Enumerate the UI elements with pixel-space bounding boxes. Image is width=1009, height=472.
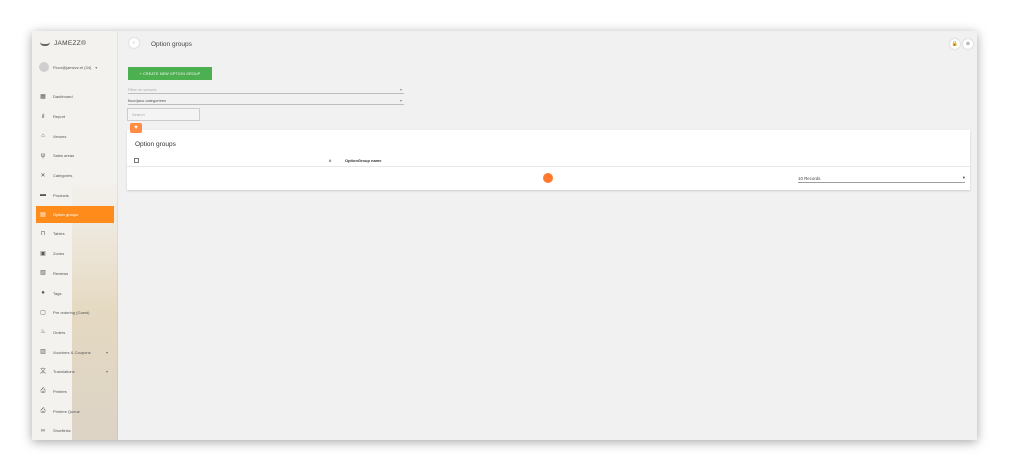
sidebar-item-label: Sales areas [53,153,75,159]
sidebar-item-translations[interactable]: 文 Translations ▾ [36,362,114,382]
sidebar-item-vouchers[interactable]: ▥ Vouchers & Coupons ▾ [36,342,114,362]
search-input[interactable]: Search [127,108,200,121]
chevron-down-icon[interactable]: ▾ [106,350,108,355]
bar-chart-icon: ıl [41,113,45,120]
zoom-button[interactable]: ⊕ [963,39,973,49]
heart-icon: ♥ [134,125,138,131]
sidebar-item-label: Printers Queue [53,408,80,414]
avatar [39,62,49,72]
utensils-cross-icon: ✕ [40,172,46,179]
voucher-icon: ▥ [40,349,46,356]
orders-icon: ♨ [40,329,46,336]
sidebar-item-printers[interactable]: ⎙ Printers [36,382,114,402]
sidebar-item-categories[interactable]: ✕ Categories [36,166,114,186]
sidebar-nav: ▦ Dashboard ıl Report ⌂ Venues ψ Sales areas ✕ Ca… [36,87,114,440]
chevron-down-icon: ▾ [95,64,98,70]
option-groups-table-card: Option groups # OptionGroup name 10 Reco… [127,130,970,190]
user-email: Floor@jamezz.nl (34) [53,64,92,70]
sidebar-item-label: Reviews [53,270,69,276]
chevron-down-icon: ▾ [399,87,402,92]
chevron-left-icon: ‹ [133,40,135,46]
sidebar-item-report[interactable]: ıl Report [36,107,114,127]
reviews-icon: ▧ [40,270,46,277]
sidebar-item-dashboard[interactable]: ▦ Dashboard [36,87,114,107]
printer-queue-icon: ⎙ [40,408,46,415]
sidebar-item-label: Option groups [53,212,79,218]
sidebar-item-pre-ordering[interactable]: ▢ Pre ordering (Guest) [36,303,114,323]
sidebar-item-orders[interactable]: ♨ Orders [36,323,114,343]
sidebar-item-label: Venues [53,133,67,139]
printer-icon: ⎙ [40,388,46,395]
lock-icon: 🔒 [951,41,959,47]
sidebar-item-label: Categories [53,173,73,179]
tag-icon: ● [41,290,45,297]
column-header-hash[interactable]: # [329,158,331,163]
home-icon: ⌂ [41,133,45,140]
option-groups-icon: ▤ [40,211,46,218]
sidebar-item-label: Pre ordering (Guest) [53,310,90,316]
back-button[interactable]: ‹ [129,38,139,48]
chevron-down-icon[interactable]: ▾ [106,369,108,374]
sidebar-item-label: Tables [53,231,65,237]
tables-icon: ⊓ [40,230,46,237]
sidebar-item-label: Translations [53,369,75,375]
sidebar-item-label: Tags [53,290,62,296]
sidebar-item-sales-areas[interactable]: ψ Sales areas [36,146,114,166]
sidebar-item-option-groups[interactable]: ▤ Option groups [36,206,114,224]
sidebar-item-tags[interactable]: ● Tags [36,283,114,303]
sidebar-item-reviews[interactable]: ▧ Reviews [36,264,114,284]
sidebar-item-label: Vouchers & Coupons [53,349,91,355]
sidebar-item-label: Dashboard [53,94,73,100]
records-per-page-select[interactable]: 10 Records ▾ [798,174,965,183]
app-window: JAMEZZ® Floor@jamezz.nl (34) ▾ ▦ Dashboar… [32,31,977,440]
sidebar-item-zones[interactable]: ▣ Zones [36,244,114,264]
logo-text: JAMEZZ® [54,40,87,47]
lock-button[interactable]: 🔒 [950,39,960,49]
sidebar-item-label: Report [53,114,66,120]
sidebar-item-label: Zones [53,251,65,257]
venue-filter-placeholder: Filter on venues [128,87,157,92]
zones-icon: ▣ [40,250,46,257]
zoom-icon: ⊕ [965,41,971,47]
table-title: Option groups [135,141,176,148]
product-icon: ▬ [40,192,46,199]
venue-filter-select[interactable]: Filter on venues ▾ [128,86,404,94]
translate-icon: 文 [40,368,47,375]
select-all-checkbox[interactable] [134,158,139,163]
create-option-group-button[interactable]: + CREATE NEW OPTION GROUP [128,67,212,80]
top-actions: 🔒 ⊕ [950,39,973,49]
sidebar-item-tables[interactable]: ⊓ Tables [36,224,114,244]
fork-knife-icon: ψ [40,152,46,159]
sidebar: JAMEZZ® Floor@jamezz.nl (34) ▾ ▦ Dashboar… [32,31,118,440]
sidebar-item-label: Printers [53,388,67,394]
search-placeholder: Search [132,112,145,117]
table-header: # OptionGroup name [127,156,970,167]
link-icon: ∞ [40,427,46,434]
chevron-down-icon: ▾ [962,175,965,180]
sidebar-item-printers-queue[interactable]: ⎙ Printers Queue [36,401,114,421]
chevron-down-icon: ▾ [399,98,402,103]
sidebar-item-products[interactable]: ▬ Products [36,185,114,205]
logo-mark-icon [40,41,50,46]
dashboard-icon: ▦ [40,93,46,100]
sidebar-item-shortlinks[interactable]: ∞ Shortlinks [36,421,114,440]
main-content: ‹ Option groups 🔒 ⊕ + CREATE NEW OPTION … [119,31,977,440]
category-select[interactable]: floor/jaco categorieen ▾ [128,97,404,105]
sidebar-item-label: Products [53,192,69,198]
sidebar-item-venues[interactable]: ⌂ Venues [36,126,114,146]
page-title: Option groups [151,41,192,48]
sidebar-item-label: Orders [53,329,66,335]
records-value: 10 Records [798,175,821,181]
user-menu[interactable]: Floor@jamezz.nl (34) ▾ [39,62,97,72]
calendar-icon: ▢ [40,309,46,316]
logo: JAMEZZ® [40,40,86,47]
favorite-button[interactable]: ♥ [130,123,142,133]
sidebar-item-label: Shortlinks [53,428,71,434]
column-header-name[interactable]: OptionGroup name [345,158,381,163]
loading-spinner [543,173,553,183]
category-select-value: floor/jaco categorieen [128,98,167,103]
